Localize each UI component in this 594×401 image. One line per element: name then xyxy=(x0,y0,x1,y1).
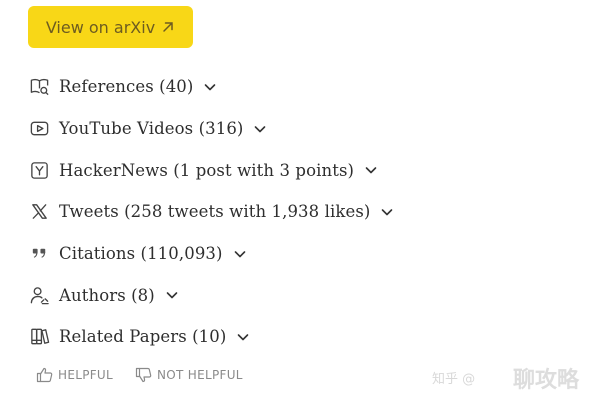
authors-label: Authors (8) xyxy=(59,285,155,305)
chevron-down-icon xyxy=(253,122,267,136)
tweets-label: Tweets (258 tweets with 1,938 likes) xyxy=(59,202,371,222)
youtube-play-icon xyxy=(28,118,50,140)
hackernews-row[interactable]: HackerNews (1 post with 3 points) xyxy=(28,149,568,191)
related-papers-books-icon xyxy=(28,326,50,348)
view-on-arxiv-button[interactable]: View on arXiv xyxy=(28,6,193,48)
helpful-button[interactable]: HELPFUL xyxy=(36,366,113,384)
chevron-down-icon xyxy=(165,288,179,302)
references-book-search-icon xyxy=(28,76,50,98)
hackernews-label: HackerNews (1 post with 3 points) xyxy=(59,160,355,180)
chevron-down-icon xyxy=(364,163,378,177)
view-on-arxiv-label: View on arXiv xyxy=(45,17,156,37)
chevron-down-icon xyxy=(233,247,247,261)
not-helpful-button[interactable]: NOT HELPFUL xyxy=(135,366,243,384)
tweets-row[interactable]: Tweets (258 tweets with 1,938 likes) xyxy=(28,191,568,233)
hackernews-y-icon xyxy=(28,159,50,181)
watermark-small: 知乎 @ xyxy=(432,372,476,387)
helpful-label: HELPFUL xyxy=(58,368,113,382)
related-papers-label: Related Papers (10) xyxy=(59,327,227,347)
thumbs-up-icon xyxy=(36,367,53,383)
thumbs-down-icon xyxy=(135,367,152,383)
citations-row[interactable]: Citations (110,093) xyxy=(28,233,568,275)
paper-resources-list: References (40) YouTube Videos (316) Hac… xyxy=(28,66,568,358)
citations-label: Citations (110,093) xyxy=(59,244,223,264)
authors-user-icon xyxy=(28,284,50,306)
quote-icon xyxy=(28,243,50,265)
youtube-videos-label: YouTube Videos (316) xyxy=(59,119,244,139)
not-helpful-label: NOT HELPFUL xyxy=(157,368,243,382)
chevron-down-icon xyxy=(380,205,394,219)
related-papers-row[interactable]: Related Papers (10) xyxy=(28,316,568,358)
references-row[interactable]: References (40) xyxy=(28,66,568,108)
authors-row[interactable]: Authors (8) xyxy=(28,274,568,316)
watermark-big: 聊攻略 xyxy=(513,368,580,393)
arrow-up-right-icon xyxy=(163,22,173,32)
youtube-videos-row[interactable]: YouTube Videos (316) xyxy=(28,108,568,150)
feedback-bar: HELPFUL NOT HELPFUL xyxy=(36,366,243,384)
chevron-down-icon xyxy=(203,80,217,94)
chevron-down-icon xyxy=(236,330,250,344)
x-twitter-icon xyxy=(28,201,50,223)
references-label: References (40) xyxy=(59,77,194,97)
